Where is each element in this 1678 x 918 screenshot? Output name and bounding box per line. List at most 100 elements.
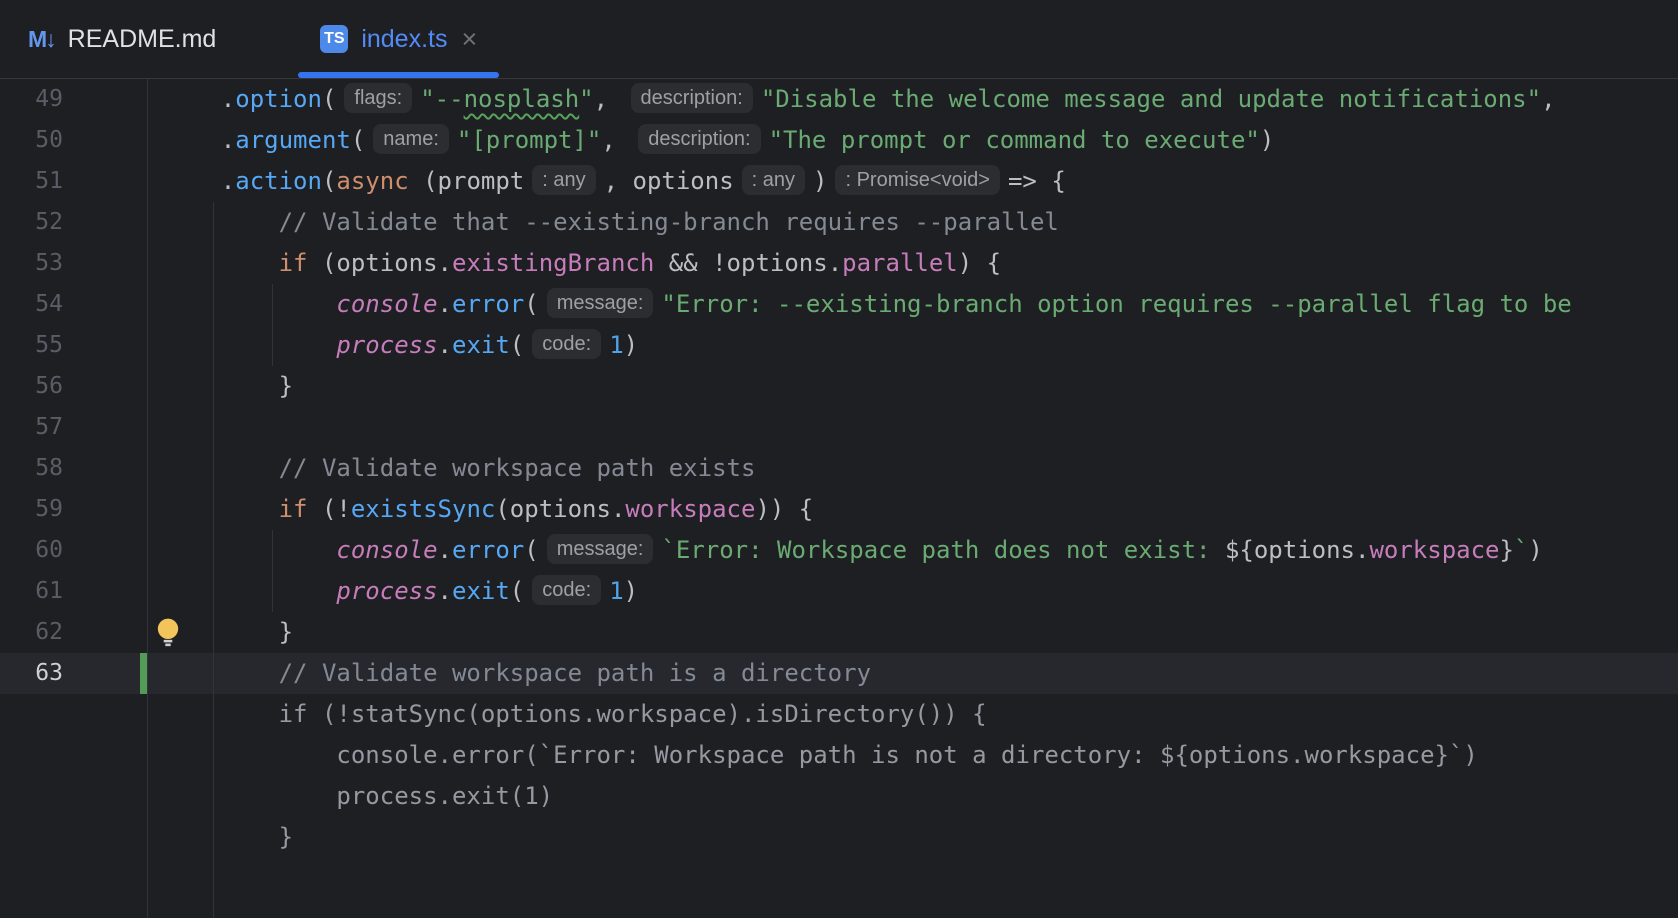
line-number[interactable]: 60 (0, 530, 63, 571)
line-number[interactable]: 54 (0, 284, 63, 325)
inlay-hint: code: (532, 575, 601, 605)
ghost-code-line[interactable]: } (0, 817, 1678, 858)
code-token: if (!statSync(options.workspace).isDirec… (163, 700, 987, 728)
code-text: if (!existsSync(options.workspace)) { (163, 489, 813, 530)
code-text: // Validate workspace path is a director… (163, 653, 871, 694)
tab-index-ts-label: index.ts (361, 25, 447, 54)
code-token: (options. (308, 249, 453, 277)
line-number[interactable]: 55 (0, 325, 63, 366)
code-token: , (1541, 85, 1555, 113)
markdown-icon: M↓ (28, 26, 55, 53)
code-line[interactable]: 54 console.error(message:"Error: --exist… (0, 284, 1678, 325)
ghost-code-line[interactable]: process.exit(1) (0, 776, 1678, 817)
code-token: exit (452, 331, 510, 359)
code-token: } (1500, 536, 1514, 564)
close-icon[interactable]: × (461, 26, 477, 53)
line-number[interactable]: 50 (0, 120, 63, 161)
line-number[interactable]: 53 (0, 243, 63, 284)
code-token: if (279, 495, 308, 523)
code-line[interactable]: 61 process.exit(code:1) (0, 571, 1678, 612)
tab-readme[interactable]: M↓ README.md (2, 0, 242, 78)
code-token: // Validate that --existing-branch requi… (163, 208, 1059, 236)
code-line[interactable]: 49 .option(flags:"--nosplash", descripti… (0, 79, 1678, 120)
code-token: "Error: --existing-branch option require… (661, 290, 1571, 318)
code-token: parallel (842, 249, 958, 277)
line-number[interactable]: 51 (0, 161, 63, 202)
code-line[interactable]: 53 if (options.existingBranch && !option… (0, 243, 1678, 284)
code-token: . (163, 85, 235, 113)
code-token: )) { (755, 495, 813, 523)
code-token: "[prompt]" (457, 126, 602, 154)
code-token: // Validate workspace path exists (163, 454, 755, 482)
code-text: process.exit(code:1) (163, 325, 638, 366)
line-number[interactable]: 61 (0, 571, 63, 612)
code-line[interactable]: 59 if (!existsSync(options.workspace)) { (0, 489, 1678, 530)
code-token: => { (1008, 167, 1066, 195)
code-token: "Disable the welcome message and update … (761, 85, 1541, 113)
line-number[interactable]: 58 (0, 448, 63, 489)
line-number[interactable]: 52 (0, 202, 63, 243)
code-token: console (336, 290, 437, 318)
code-token: && !options. (654, 249, 842, 277)
tab-index-ts[interactable]: TS index.ts × (298, 0, 499, 78)
line-number[interactable]: 59 (0, 489, 63, 530)
code-text: if (!statSync(options.workspace).isDirec… (163, 694, 987, 735)
code-token: error (452, 290, 524, 318)
line-number[interactable]: 56 (0, 366, 63, 407)
code-token: . (163, 126, 235, 154)
code-token: } (163, 372, 293, 400)
code-token (163, 331, 336, 359)
code-token: nosplash (464, 85, 580, 113)
code-token: workspace (625, 495, 755, 523)
code-token: , (594, 85, 623, 113)
code-line[interactable]: 60 console.error(message:`Error: Workspa… (0, 530, 1678, 571)
inlay-hint: description: (638, 124, 760, 154)
line-number[interactable]: 62 (0, 612, 63, 653)
tab-readme-label: README.md (68, 25, 217, 54)
code-line[interactable]: 56 } (0, 366, 1678, 407)
code-token: ( (351, 126, 365, 154)
ghost-code-line[interactable]: console.error(`Error: Workspace path is … (0, 735, 1678, 776)
code-token: ( (322, 167, 336, 195)
code-token: ) (1260, 126, 1274, 154)
code-text: console.error(`Error: Workspace path is … (163, 735, 1478, 776)
code-token: ` (1514, 536, 1528, 564)
code-line[interactable]: 63 // Validate workspace path is a direc… (0, 653, 1678, 694)
code-token: console (336, 536, 437, 564)
inlay-hint: flags: (344, 83, 412, 113)
line-number[interactable]: 63 (0, 653, 63, 694)
code-token: process.exit(1) (163, 782, 553, 810)
editor-tab-bar: M↓ README.md TS index.ts × (0, 0, 1678, 79)
code-token: . (438, 290, 452, 318)
code-line[interactable]: 62 } (0, 612, 1678, 653)
typescript-icon: TS (320, 25, 348, 53)
inlay-hint: description: (631, 83, 753, 113)
ghost-code-line[interactable]: if (!statSync(options.workspace).isDirec… (0, 694, 1678, 735)
editor-pane[interactable]: 49 .option(flags:"--nosplash", descripti… (0, 79, 1678, 918)
code-token: existingBranch (452, 249, 654, 277)
code-token: , (601, 126, 630, 154)
inlay-hint: : any (742, 165, 805, 195)
code-line[interactable]: 52 // Validate that --existing-branch re… (0, 202, 1678, 243)
code-text: console.error(message:"Error: --existing… (163, 284, 1572, 325)
code-token: `Error: Workspace path does not exist: (661, 536, 1225, 564)
code-token: process (336, 577, 437, 605)
code-line[interactable]: 50 .argument(name:"[prompt]", descriptio… (0, 120, 1678, 161)
code-token: ( (510, 577, 524, 605)
code-token: "The prompt or command to execute" (769, 126, 1260, 154)
code-line[interactable]: 57 (0, 407, 1678, 448)
code-token: " (579, 85, 593, 113)
code-token: . (438, 331, 452, 359)
line-number[interactable]: 49 (0, 79, 63, 120)
code-token: (! (308, 495, 351, 523)
line-number[interactable]: 57 (0, 407, 63, 448)
code-token: ) (813, 167, 827, 195)
code-line[interactable]: 51 .action(async (prompt: any, options: … (0, 161, 1678, 202)
code-text: console.error(message:`Error: Workspace … (163, 530, 1543, 571)
code-token (163, 290, 336, 318)
code-line[interactable]: 55 process.exit(code:1) (0, 325, 1678, 366)
code-token (163, 249, 279, 277)
code-token: . (438, 577, 452, 605)
code-line[interactable]: 58 // Validate workspace path exists (0, 448, 1678, 489)
code-token: ) (1528, 536, 1542, 564)
